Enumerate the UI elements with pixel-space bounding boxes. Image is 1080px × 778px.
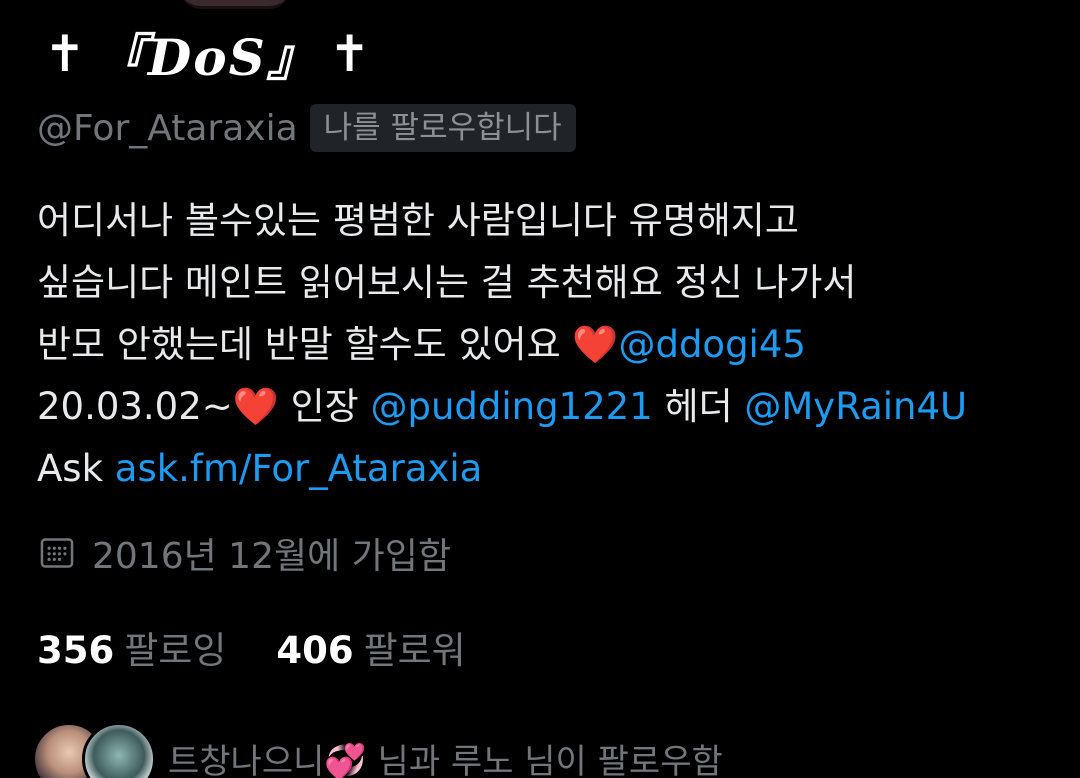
followers-count: 406 bbox=[276, 629, 354, 672]
cross-icon-right: ✝ bbox=[328, 25, 371, 83]
profile-bio: 어디서나 볼수있는 평범한 사람입니다 유명해지고 싶습니다 메인트 읽어보시는… bbox=[37, 190, 1067, 500]
followers-stat[interactable]: 406 팔로워 bbox=[276, 620, 465, 674]
follower-avatars bbox=[32, 722, 156, 778]
bio-text: 20.03.02~ bbox=[37, 385, 233, 428]
profile-page: ✝ 『DoS』 ✝ @For_Ataraxia 나를 팔로우합니다 어디서나 볼… bbox=[0, 0, 1080, 778]
bio-text: 헤더 bbox=[652, 385, 745, 428]
following-stat[interactable]: 356 팔로잉 bbox=[37, 620, 226, 674]
handle-row: @For_Ataraxia 나를 팔로우합니다 bbox=[37, 104, 576, 152]
mention-link-myrain4u[interactable]: @MyRain4U bbox=[744, 385, 967, 428]
heart-emoji-icon: ❤️ bbox=[572, 323, 619, 366]
bio-line: 싶습니다 메인트 읽어보시는 걸 추천해요 정신 나가서 bbox=[37, 261, 857, 304]
following-count: 356 bbox=[37, 629, 115, 672]
mention-link-pudding1221[interactable]: @pudding1221 bbox=[370, 385, 652, 428]
bio-text: 인장 bbox=[278, 385, 371, 428]
cross-icon-left: ✝ bbox=[44, 25, 86, 83]
display-name: ✝ 『DoS』 ✝ bbox=[44, 18, 371, 90]
follow-stats: 356 팔로잉 406 팔로워 bbox=[37, 620, 466, 674]
display-name-text: 『DoS』 bbox=[95, 28, 319, 87]
joined-date: 2016년 12월에 가입함 bbox=[38, 527, 451, 579]
heart-emoji-icon: ❤️ bbox=[232, 385, 279, 428]
bio-line: 어디서나 볼수있는 평범한 사람입니다 유명해지고 bbox=[37, 199, 799, 242]
bio-line: Ask ask.fm/For_Ataraxia bbox=[37, 438, 1067, 500]
joined-text: 2016년 12월에 가입함 bbox=[92, 536, 452, 577]
followed-by-text: 트창나으니💞 님과 루노 님이 팔로우함 bbox=[168, 741, 723, 778]
user-handle: @For_Ataraxia bbox=[37, 107, 298, 149]
followed-by-row[interactable]: 트창나으니💞 님과 루노 님이 팔로우함 bbox=[32, 722, 723, 778]
ask-fm-link[interactable]: ask.fm/For_Ataraxia bbox=[115, 447, 483, 490]
bio-text: 반모 안했는데 반말 할수도 있어요 bbox=[37, 323, 573, 366]
bio-line: 반모 안했는데 반말 할수도 있어요 ❤️@ddogi45 bbox=[37, 314, 1067, 376]
mention-link-ddogi45[interactable]: @ddogi45 bbox=[618, 323, 805, 366]
followers-label: 팔로워 bbox=[363, 629, 466, 672]
following-label: 팔로잉 bbox=[124, 629, 227, 672]
bio-text: Ask bbox=[37, 447, 115, 490]
bio-line: 20.03.02~❤️ 인장 @pudding1221 헤더 @MyRain4U bbox=[37, 376, 1067, 438]
profile-avatar[interactable] bbox=[180, 0, 290, 9]
calendar-icon bbox=[40, 538, 74, 568]
follows-you-badge: 나를 팔로우합니다 bbox=[309, 104, 576, 152]
